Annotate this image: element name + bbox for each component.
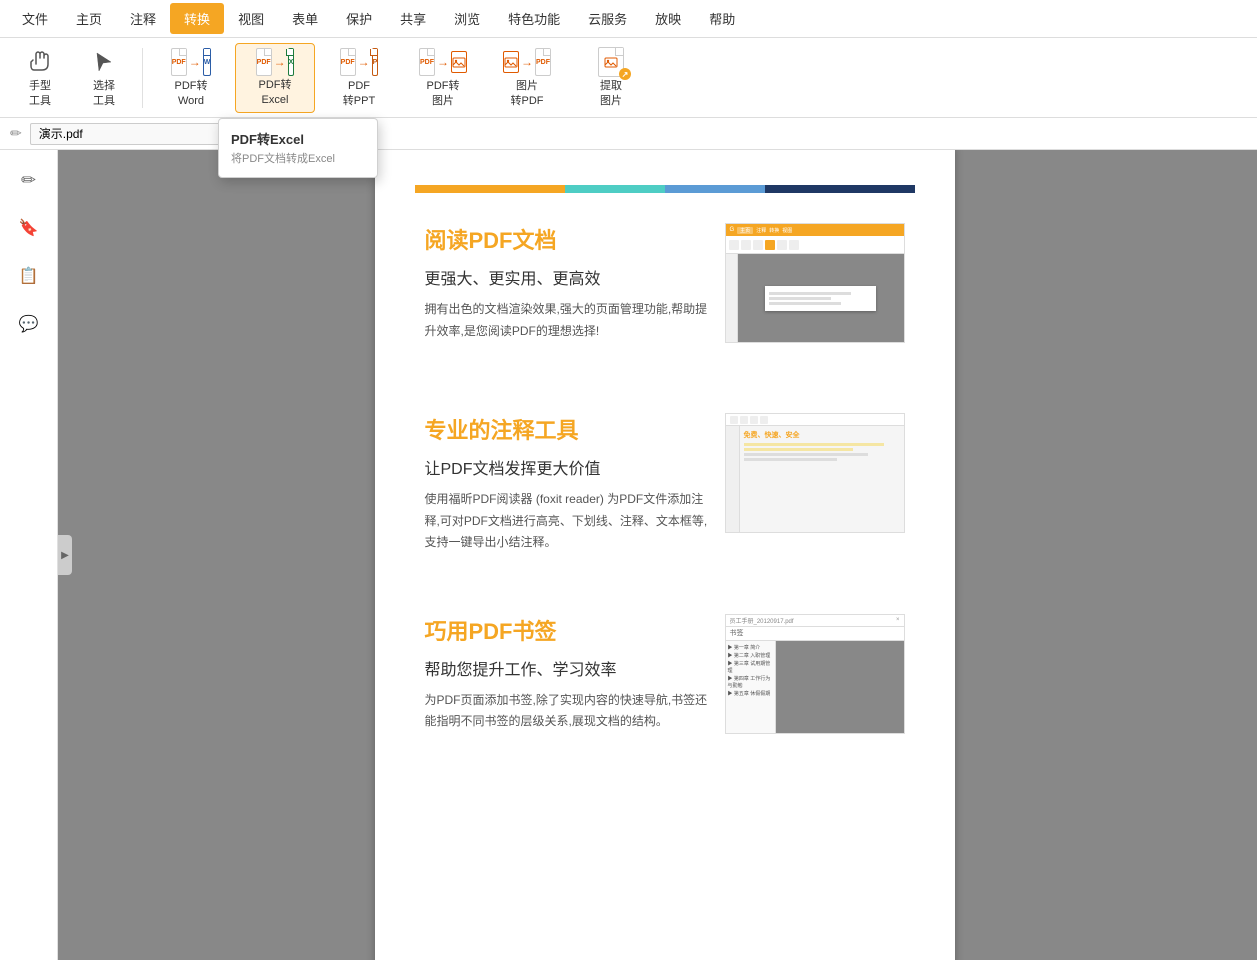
section-annotate: 免费、快速、安全 专业的注释工具 让PDF文档发挥更大价值 (415, 413, 915, 554)
main-area: ✏ 🔖 📋 💬 ▶ (0, 150, 1257, 960)
pdf-to-word-button[interactable]: PDF → W PDF转 Word (151, 43, 231, 113)
color-bar-dark (765, 185, 915, 193)
pdf-to-excel-icon: PDF → X (257, 48, 293, 78)
color-bar-teal (565, 185, 665, 193)
pdf-to-excel-button[interactable]: PDF → X PDF转 Excel (235, 43, 315, 113)
page-color-bar (415, 185, 915, 193)
address-bar: ✏ (0, 118, 1257, 150)
select-tool-label1: 选择 (93, 80, 115, 93)
hand-tool-icon (22, 47, 58, 79)
pdf-to-image-button[interactable]: PDF → PDF转 图片 (403, 43, 483, 113)
select-tool-label2: 工具 (93, 95, 115, 108)
menu-play[interactable]: 放映 (641, 3, 695, 34)
content-area: ▶ G 主 (58, 150, 1257, 960)
toolbar: 手型 工具 选择 工具 PDF → W PDF转 Word (0, 38, 1257, 118)
extract-image-icon: ↗ (593, 47, 629, 79)
pdf-to-excel-label1: PDF转 (259, 79, 292, 92)
extract-image-label2: 图片 (600, 95, 622, 108)
pdf-viewer: G 主页 注释 转换 视图 (72, 150, 1257, 960)
menu-file[interactable]: 文件 (8, 3, 62, 34)
dropdown-description: 将PDF文档转成Excel (231, 152, 365, 167)
hand-tool-button[interactable]: 手型 工具 (10, 43, 70, 113)
collapse-icon: ▶ (61, 550, 69, 561)
dropdown-tooltip: PDF转Excel 将PDF文档转成Excel (218, 118, 378, 178)
collapse-toggle-button[interactable]: ▶ (58, 535, 72, 575)
pdf-to-word-label1: PDF转 (175, 80, 208, 93)
pencil-sidebar-icon: ✏ (21, 170, 36, 191)
pdf-to-ppt-button[interactable]: PDF → P PDF 转PPT (319, 43, 399, 113)
select-tool-button[interactable]: 选择 工具 (74, 43, 134, 113)
pdf-to-image-label2: 图片 (432, 95, 454, 108)
toolbar-divider-1 (142, 48, 143, 108)
extract-image-label1: 提取 (600, 80, 622, 93)
left-sidebar: ✏ 🔖 📋 💬 (0, 150, 58, 960)
menu-cloud[interactable]: 云服务 (574, 3, 641, 34)
image-to-pdf-icon: → PDF (509, 47, 545, 79)
sidebar-bookmark-button[interactable]: 🔖 (9, 208, 49, 248)
pdf-page: G 主页 注释 转换 视图 (375, 150, 955, 960)
pdf-to-word-icon: PDF → W (173, 47, 209, 79)
pdf-to-image-icon: PDF → (425, 47, 461, 79)
section-read-mockup: G 主页 注释 转换 视图 (725, 223, 905, 343)
menu-convert[interactable]: 转换 (170, 3, 224, 34)
pencil-icon: ✏ (10, 125, 22, 142)
hand-tool-label1: 手型 (29, 80, 51, 93)
sidebar-pages-button[interactable]: 📋 (9, 256, 49, 296)
section-bookmark: 员工手册_20120917.pdf × 书签 ▶ 第一章 简介 ▶ 第二章 入职… (415, 614, 915, 744)
menu-form[interactable]: 表单 (278, 3, 332, 34)
pdf-to-image-label1: PDF转 (427, 80, 460, 93)
menu-browse[interactable]: 浏览 (440, 3, 494, 34)
comment-sidebar-icon: 💬 (19, 314, 39, 334)
section-annotate-mockup: 免费、快速、安全 (725, 413, 905, 533)
hand-tool-label2: 工具 (29, 95, 51, 108)
section-read: G 主页 注释 转换 视图 (415, 223, 915, 353)
pdf-to-word-label2: Word (178, 95, 204, 108)
menu-bar: 文件 主页 注释 转换 视图 表单 保护 共享 浏览 特色功能 云服务 放映 帮… (0, 0, 1257, 38)
pdf-to-ppt-label1: PDF (348, 80, 370, 93)
menu-feature[interactable]: 特色功能 (494, 3, 574, 34)
sidebar-pencil-button[interactable]: ✏ (9, 160, 49, 200)
menu-view[interactable]: 视图 (224, 3, 278, 34)
color-bar-blue (665, 185, 765, 193)
pdf-to-excel-label2: Excel (262, 94, 289, 107)
menu-home[interactable]: 主页 (62, 3, 116, 34)
dropdown-title: PDF转Excel (231, 129, 365, 148)
menu-annotate[interactable]: 注释 (116, 3, 170, 34)
menu-help[interactable]: 帮助 (695, 3, 749, 34)
color-bar-orange (415, 185, 565, 193)
image-to-pdf-label1: 图片 (516, 80, 538, 93)
section-bookmark-mockup: 员工手册_20120917.pdf × 书签 ▶ 第一章 简介 ▶ 第二章 入职… (725, 614, 905, 734)
image-to-pdf-label2: 转PDF (511, 95, 544, 108)
bookmark-sidebar-icon: 🔖 (19, 218, 39, 238)
pages-sidebar-icon: 📋 (19, 266, 39, 286)
image-to-pdf-button[interactable]: → PDF 图片 转PDF (487, 43, 567, 113)
pdf-to-ppt-label2: 转PPT (343, 95, 375, 108)
extract-image-button[interactable]: ↗ 提取 图片 (571, 43, 651, 113)
select-tool-icon (86, 47, 122, 79)
sidebar-comment-button[interactable]: 💬 (9, 304, 49, 344)
menu-protect[interactable]: 保护 (332, 3, 386, 34)
pdf-to-ppt-icon: PDF → P (341, 47, 377, 79)
menu-share[interactable]: 共享 (386, 3, 440, 34)
